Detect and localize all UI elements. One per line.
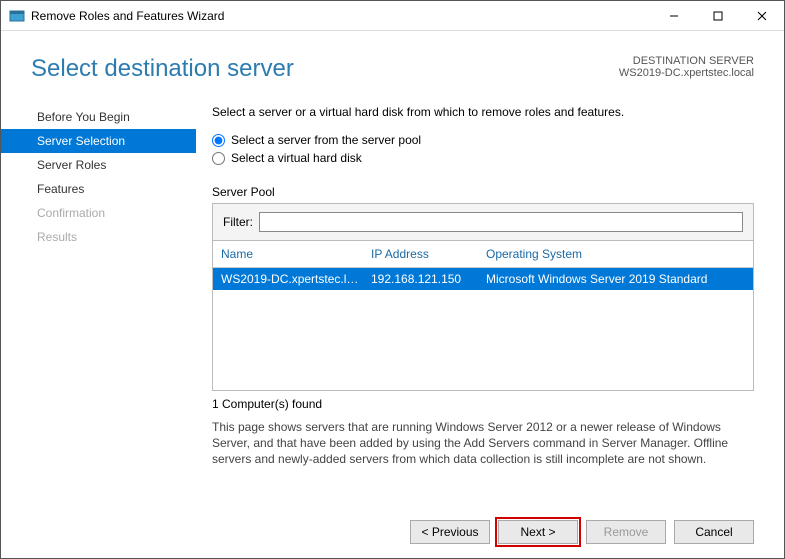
filter-bar: Filter: — [212, 203, 754, 240]
destination-label: DESTINATION SERVER — [619, 55, 754, 67]
sidebar-item-confirmation: Confirmation — [1, 201, 196, 225]
column-name[interactable]: Name — [221, 247, 371, 261]
destination-info: DESTINATION SERVER WS2019-DC.xpertstec.l… — [619, 55, 754, 79]
sidebar: Before You Begin Server Selection Server… — [1, 93, 196, 510]
grid-body: WS2019-DC.xpertstec.lo... 192.168.121.15… — [213, 268, 753, 390]
minimize-button[interactable] — [652, 1, 696, 31]
destination-value: WS2019-DC.xpertstec.local — [619, 67, 754, 79]
server-grid: Name IP Address Operating System WS2019-… — [212, 240, 754, 391]
close-button[interactable] — [740, 1, 784, 31]
radio-vhd-label: Select a virtual hard disk — [231, 151, 362, 165]
computers-found-text: 1 Computer(s) found — [212, 397, 754, 411]
sidebar-item-server-roles[interactable]: Server Roles — [1, 153, 196, 177]
sidebar-item-features[interactable]: Features — [1, 177, 196, 201]
grid-header: Name IP Address Operating System — [213, 241, 753, 268]
cancel-button[interactable]: Cancel — [674, 520, 754, 544]
cell-name: WS2019-DC.xpertstec.lo... — [221, 272, 371, 286]
previous-button[interactable]: < Previous — [410, 520, 490, 544]
radio-vhd[interactable]: Select a virtual hard disk — [212, 151, 754, 165]
window-controls — [652, 1, 784, 31]
main-panel: Select a server or a virtual hard disk f… — [196, 93, 784, 510]
filter-input[interactable] — [259, 212, 743, 232]
radio-server-pool-label: Select a server from the server pool — [231, 133, 421, 147]
sidebar-item-results: Results — [1, 225, 196, 249]
cell-os: Microsoft Windows Server 2019 Standard — [486, 272, 745, 286]
server-pool-label: Server Pool — [212, 185, 754, 199]
page-title: Select destination server — [31, 55, 619, 83]
grid-row[interactable]: WS2019-DC.xpertstec.lo... 192.168.121.15… — [213, 268, 753, 290]
sidebar-item-before-you-begin[interactable]: Before You Begin — [1, 105, 196, 129]
remove-button: Remove — [586, 520, 666, 544]
window-title: Remove Roles and Features Wizard — [31, 9, 652, 23]
radio-server-pool-input[interactable] — [212, 134, 225, 147]
cell-ip: 192.168.121.150 — [371, 272, 486, 286]
maximize-button[interactable] — [696, 1, 740, 31]
titlebar: Remove Roles and Features Wizard — [1, 1, 784, 31]
column-ip[interactable]: IP Address — [371, 247, 486, 261]
radio-server-pool[interactable]: Select a server from the server pool — [212, 133, 754, 147]
next-button[interactable]: Next > — [498, 520, 578, 544]
body: Before You Begin Server Selection Server… — [1, 93, 784, 510]
source-radio-group: Select a server from the server pool Sel… — [212, 133, 754, 169]
instruction-text: Select a server or a virtual hard disk f… — [212, 105, 754, 119]
info-note: This page shows servers that are running… — [212, 419, 754, 468]
footer: < Previous Next > Remove Cancel — [1, 510, 784, 558]
sidebar-item-server-selection[interactable]: Server Selection — [1, 129, 196, 153]
header: Select destination server DESTINATION SE… — [1, 31, 784, 93]
app-icon — [9, 8, 25, 24]
radio-vhd-input[interactable] — [212, 152, 225, 165]
wizard-window: Remove Roles and Features Wizard Select … — [0, 0, 785, 559]
filter-label: Filter: — [223, 215, 253, 229]
column-os[interactable]: Operating System — [486, 247, 745, 261]
